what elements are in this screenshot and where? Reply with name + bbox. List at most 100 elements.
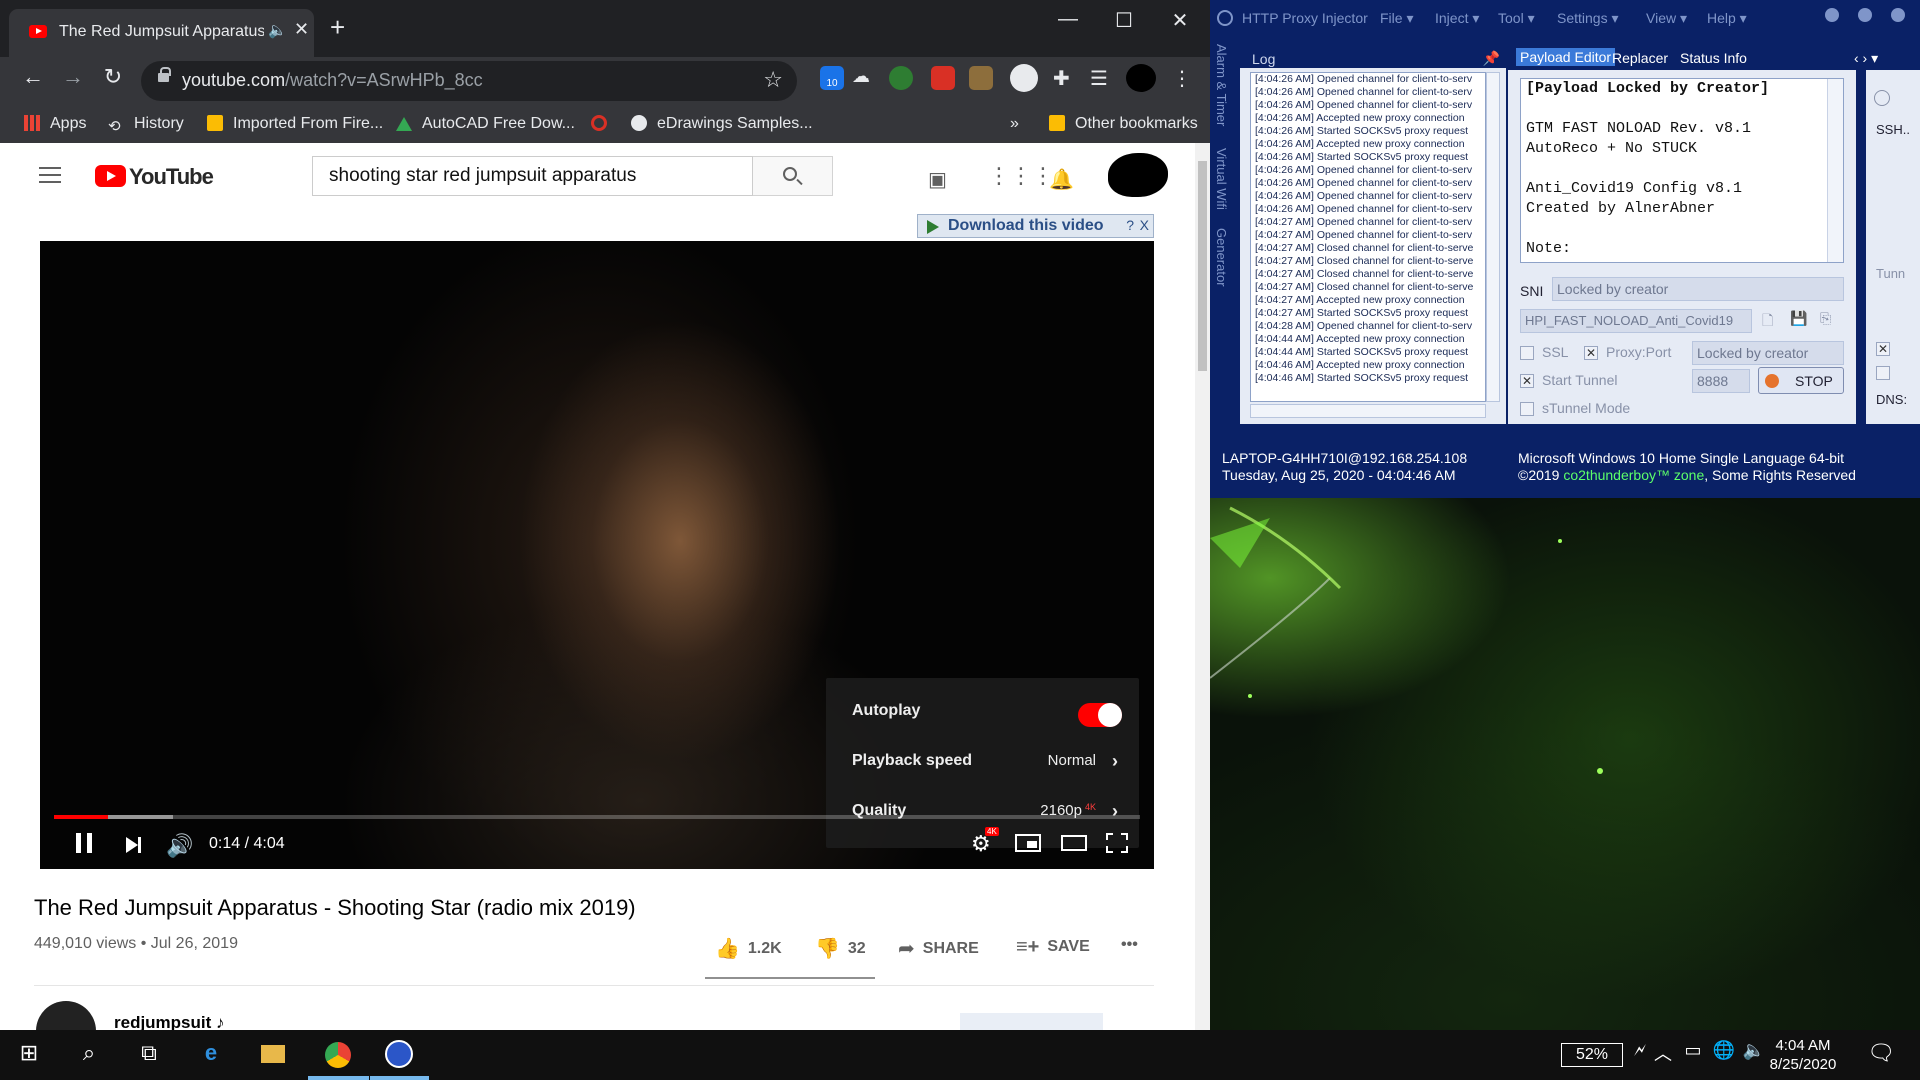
stunnel-checkbox[interactable] <box>1520 402 1534 416</box>
start-windows-icon[interactable]: ⊞ <box>14 1040 44 1070</box>
extension-green-icon[interactable] <box>889 66 913 90</box>
menu-view[interactable]: View ▾ <box>1646 10 1687 27</box>
hpi-taskbar-icon[interactable] <box>384 1040 414 1070</box>
chrome-taskbar-icon[interactable] <box>323 1040 353 1070</box>
next-video-icon[interactable] <box>126 837 141 853</box>
guide-menu-icon[interactable] <box>39 167 61 183</box>
menu-inject[interactable]: Inject ▾ <box>1435 10 1479 27</box>
extension-pdf-icon[interactable] <box>931 66 955 90</box>
quality-row[interactable]: Quality 2160p 4K › <box>852 801 1122 826</box>
hpi-maximize-icon[interactable] <box>1858 8 1872 22</box>
close-window-icon[interactable]: ✕ <box>1160 8 1200 33</box>
miniplayer-icon[interactable] <box>1015 834 1041 852</box>
tab-audio-icon[interactable]: 🔈 <box>268 21 287 39</box>
proxy-field[interactable]: Locked by creator <box>1692 341 1844 365</box>
menu-help[interactable]: Help ▾ <box>1707 10 1747 27</box>
stop-button[interactable]: STOP <box>1758 367 1844 394</box>
tab-payload-editor[interactable]: Payload Editor <box>1516 48 1616 66</box>
cloud-extension-icon[interactable]: ☁ <box>852 66 876 90</box>
search-icon[interactable]: ⌕ <box>74 1040 104 1070</box>
bookmark-history[interactable]: ⟲ History <box>108 115 184 135</box>
like-button[interactable]: 👍 1.2K <box>715 936 782 961</box>
forward-icon[interactable]: → <box>58 64 88 90</box>
back-icon[interactable]: ← <box>18 64 48 90</box>
edge-icon[interactable]: e <box>196 1040 226 1070</box>
volume-icon[interactable]: 🔊 <box>166 833 193 859</box>
search-input[interactable]: shooting star red jumpsuit apparatus <box>312 156 753 196</box>
hpi-close-icon[interactable] <box>1891 8 1905 22</box>
profile-avatar[interactable] <box>1126 64 1156 92</box>
bookmark-opera[interactable] <box>591 115 617 133</box>
profile-select[interactable]: HPI_FAST_NOLOAD_Anti_Covid19 <box>1520 309 1752 333</box>
system-clock[interactable]: 4:04 AM 8/25/2020 <box>1758 1036 1848 1074</box>
notifications-bell-icon[interactable]: 🔔 <box>1049 167 1074 192</box>
apps-grid-icon[interactable]: ⋮⋮⋮ <box>988 163 1054 189</box>
tab-close-icon[interactable]: ✕ <box>294 19 309 40</box>
port-field[interactable]: 8888 <box>1692 369 1750 393</box>
scrollbar-thumb[interactable] <box>1198 161 1207 371</box>
task-view-icon[interactable]: ⧉ <box>134 1040 164 1070</box>
extension-badge-icon[interactable]: 10 <box>820 66 844 90</box>
auto-checkbox[interactable]: ✕ <box>1876 342 1890 356</box>
proxy-port-checkbox[interactable]: ✕ <box>1584 346 1598 360</box>
side-tab-generator[interactable]: Generator <box>1214 228 1229 287</box>
youtube-logo-text[interactable]: YouTube <box>129 164 214 190</box>
address-bar[interactable]: youtube.com/watch?v=ASrwHPb_8cc ☆ <box>141 61 797 101</box>
tab-youtube[interactable]: The Red Jumpsuit Apparatus 🔈 ✕ <box>9 9 314 57</box>
puzzle-extensions-icon[interactable]: ✚ <box>1053 66 1077 90</box>
bookmark-other[interactable]: Other bookmarks <box>1049 115 1198 133</box>
bookmark-star-icon[interactable]: ☆ <box>763 67 783 93</box>
subscribe-button[interactable] <box>960 1013 1103 1030</box>
channel-avatar[interactable] <box>36 1001 96 1030</box>
download-video-label[interactable]: Download this video <box>948 217 1104 235</box>
menu-settings[interactable]: Settings ▾ <box>1557 10 1619 27</box>
export-icon[interactable]: ⎘ <box>1820 310 1831 327</box>
payload-editor[interactable]: [Payload Locked by Creator] GTM FAST NOLO… <box>1520 78 1844 263</box>
bookmark-edrawings[interactable]: eDrawings Samples... <box>631 115 813 133</box>
dislike-button[interactable]: 👎 32 <box>815 936 866 961</box>
video-player[interactable]: Autoplay Playback speed Normal › Quality… <box>40 241 1154 869</box>
download-video-bar[interactable]: Download this video ? X <box>917 214 1154 238</box>
account-avatar[interactable] <box>1108 153 1168 197</box>
settings-gear-icon[interactable]: ⚙ 4K <box>971 827 999 856</box>
search-button[interactable] <box>753 156 833 196</box>
network-globe-icon[interactable]: 🌐 <box>1709 1040 1739 1070</box>
download-close-icon[interactable]: X <box>1140 217 1149 233</box>
maximize-icon[interactable]: ☐ <box>1104 8 1144 33</box>
open-file-icon[interactable]: 🗋 <box>1762 310 1773 334</box>
log-vscrollbar[interactable] <box>1486 72 1500 402</box>
save-file-icon[interactable]: 💾 <box>1790 310 1807 327</box>
progress-bar[interactable] <box>54 815 1140 819</box>
create-video-icon[interactable]: ▣ <box>928 167 947 192</box>
ssl-checkbox[interactable] <box>1520 346 1534 360</box>
d-checkbox[interactable] <box>1876 366 1890 380</box>
bookmark-imported[interactable]: Imported From Fire... <box>207 115 383 133</box>
tab-replacer[interactable]: Replacer <box>1612 50 1668 66</box>
menu-tool[interactable]: Tool ▾ <box>1498 10 1535 27</box>
playback-speed-row[interactable]: Playback speed Normal › <box>852 751 1122 776</box>
translate-extension-icon[interactable] <box>1010 64 1038 92</box>
side-tab-alarm[interactable]: Alarm & Timer <box>1214 44 1229 126</box>
bookmark-autocad[interactable]: AutoCAD Free Dow... <box>396 115 575 133</box>
tab-status-info[interactable]: Status Info <box>1680 50 1747 66</box>
download-help-icon[interactable]: ? <box>1126 217 1134 233</box>
log-list[interactable]: [4:04:26 AM] Opened channel for client-t… <box>1250 72 1486 402</box>
share-button[interactable]: ➦ SHARE <box>898 936 979 961</box>
hpi-minimize-icon[interactable] <box>1825 8 1839 22</box>
action-center-icon[interactable]: 🗨 <box>1866 1040 1896 1070</box>
youtube-logo-icon[interactable] <box>95 165 126 187</box>
menu-file[interactable]: File ▾ <box>1380 10 1413 27</box>
media-queue-icon[interactable]: ☰ <box>1090 66 1114 90</box>
side-tab-wifi[interactable]: Virtual Wifi <box>1214 148 1229 210</box>
reload-icon[interactable]: ↻ <box>98 64 128 90</box>
autoplay-toggle[interactable] <box>1078 703 1122 727</box>
channel-name[interactable]: redjumpsuit ♪ <box>114 1013 225 1030</box>
bookmarks-overflow[interactable]: » <box>1010 115 1019 133</box>
theater-mode-icon[interactable] <box>1061 835 1087 851</box>
new-tab-button[interactable]: + <box>330 14 345 40</box>
bookmark-apps[interactable]: Apps <box>24 115 86 133</box>
ssh-radio[interactable] <box>1874 90 1890 106</box>
sni-field[interactable]: Locked by creator <box>1552 277 1844 301</box>
tab-nav-arrows-icon[interactable]: ‹ › ▾ <box>1854 50 1878 67</box>
fullscreen-icon[interactable] <box>1106 833 1128 853</box>
